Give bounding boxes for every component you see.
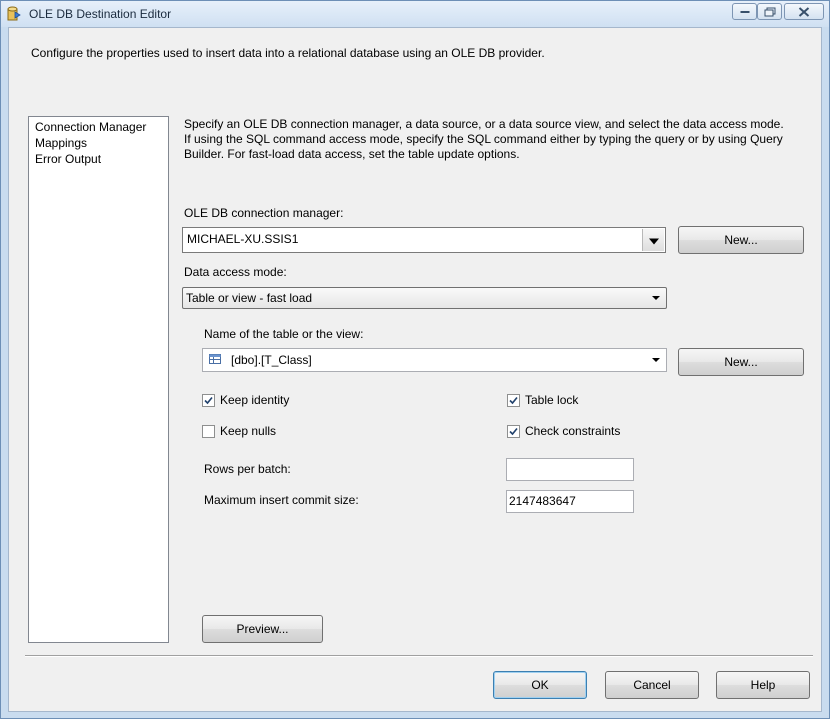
checkmark-icon	[204, 396, 213, 405]
connection-manager-label: OLE DB connection manager:	[184, 206, 344, 220]
connection-manager-dropdown-button[interactable]	[642, 229, 664, 251]
checkmark-icon	[509, 427, 518, 436]
nav-item-error-output[interactable]: Error Output	[35, 151, 168, 167]
new-table-button[interactable]: New...	[678, 348, 804, 376]
keep-identity-checkbox[interactable]	[202, 394, 215, 407]
nav-item-mappings[interactable]: Mappings	[35, 135, 168, 151]
dialog-window: OLE DB Destination Editor Configure the …	[0, 0, 830, 719]
ole-db-destination-icon	[7, 6, 21, 21]
table-lock-checkbox[interactable]	[507, 394, 520, 407]
check-constraints-checkbox[interactable]	[507, 425, 520, 438]
chevron-down-icon	[652, 296, 660, 300]
data-access-mode-value: Table or view - fast load	[186, 291, 313, 305]
data-access-mode-label: Data access mode:	[184, 265, 287, 279]
max-insert-commit-size-input[interactable]: 2147483647	[506, 490, 634, 513]
data-access-mode-select[interactable]: Table or view - fast load	[182, 287, 667, 309]
window-title: OLE DB Destination Editor	[29, 7, 172, 21]
cancel-button[interactable]: Cancel	[605, 671, 699, 699]
connection-manager-combobox[interactable]: MICHAEL-XU.SSIS1	[182, 227, 666, 253]
close-icon	[798, 6, 810, 17]
chevron-down-icon	[648, 238, 659, 245]
minimize-button[interactable]	[732, 3, 757, 20]
header-description: Configure the properties used to insert …	[31, 46, 545, 60]
panel-description: Specify an OLE DB connection manager, a …	[184, 117, 784, 161]
chevron-down-icon	[652, 358, 660, 362]
keep-nulls-label[interactable]: Keep nulls	[220, 424, 276, 438]
restore-icon	[764, 7, 775, 16]
keep-identity-label[interactable]: Keep identity	[220, 393, 289, 407]
page-navigation-list[interactable]: Connection Manager Mappings Error Output	[28, 116, 169, 643]
table-name-combobox[interactable]: [dbo].[T_Class]	[202, 348, 667, 372]
max-insert-commit-size-label: Maximum insert commit size:	[204, 493, 359, 507]
minimize-icon	[740, 10, 749, 13]
table-name-label: Name of the table or the view:	[204, 327, 364, 341]
max-insert-commit-size-value: 2147483647	[509, 494, 576, 508]
checkmark-icon	[509, 396, 518, 405]
rows-per-batch-label: Rows per batch:	[204, 462, 291, 476]
preview-button[interactable]: Preview...	[202, 615, 323, 643]
table-lock-label[interactable]: Table lock	[525, 393, 578, 407]
nav-item-connection-manager[interactable]: Connection Manager	[35, 119, 168, 135]
table-name-value: [dbo].[T_Class]	[231, 353, 312, 367]
footer-separator	[25, 655, 813, 657]
title-bar[interactable]: OLE DB Destination Editor	[1, 1, 829, 27]
dialog-client-area: Configure the properties used to insert …	[8, 27, 822, 712]
new-connection-button[interactable]: New...	[678, 226, 804, 254]
keep-nulls-checkbox[interactable]	[202, 425, 215, 438]
help-button[interactable]: Help	[716, 671, 810, 699]
connection-manager-value: MICHAEL-XU.SSIS1	[187, 232, 299, 246]
rows-per-batch-input[interactable]	[506, 458, 634, 481]
close-button[interactable]	[784, 3, 824, 20]
check-constraints-label[interactable]: Check constraints	[525, 424, 620, 438]
ok-button[interactable]: OK	[493, 671, 587, 699]
maximize-button[interactable]	[757, 3, 782, 20]
table-icon	[209, 354, 221, 364]
